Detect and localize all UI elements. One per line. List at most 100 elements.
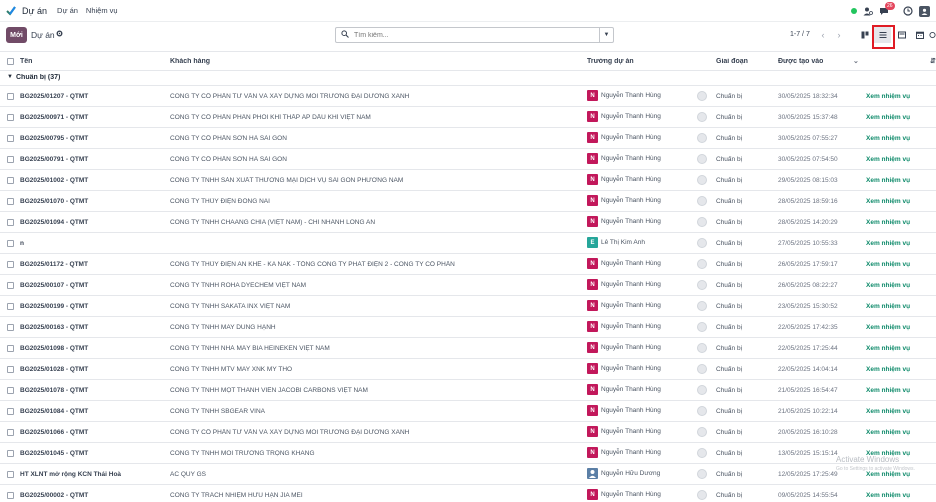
table-row[interactable]: n E Lê Thị Kim Anh Chuẩn bị 27/05/2025 10:55… <box>0 233 936 254</box>
user-status-icon[interactable] <box>863 7 873 16</box>
stage-status-icon[interactable] <box>697 406 707 416</box>
table-row[interactable]: BG2025/01028 - QTMT CÔNG TY TNHH MTV MAY … <box>0 359 936 380</box>
search-options-toggle[interactable]: ▼ <box>599 28 613 42</box>
table-row[interactable]: BG2025/00971 - QTMT CÔNG TY CỔ PHẦN PHÂN … <box>0 107 936 128</box>
stage-status-icon[interactable] <box>697 301 707 311</box>
view-tasks-button[interactable]: Xem nhiệm vụ <box>866 387 910 394</box>
activity-view-button[interactable] <box>929 27 936 43</box>
view-tasks-button[interactable]: Xem nhiệm vụ <box>866 324 910 331</box>
row-checkbox[interactable] <box>7 156 14 163</box>
kanban-view-button[interactable] <box>856 27 873 43</box>
stage-status-icon[interactable] <box>697 490 707 500</box>
activity-clock-icon[interactable] <box>903 6 913 16</box>
row-checkbox[interactable] <box>7 114 14 121</box>
table-row[interactable]: BG2025/01207 - QTMT CÔNG TY CỔ PHẦN TƯ VẤ… <box>0 86 936 107</box>
view-tasks-button[interactable]: Xem nhiệm vụ <box>866 156 910 163</box>
project-manager[interactable]: N Nguyễn Thanh Hùng <box>587 426 707 437</box>
row-checkbox[interactable] <box>7 408 14 415</box>
new-button[interactable]: Mới <box>6 27 27 43</box>
stage-status-icon[interactable] <box>697 364 707 374</box>
project-manager[interactable]: N Nguyễn Thanh Hùng <box>587 363 707 374</box>
row-checkbox[interactable] <box>7 93 14 100</box>
row-checkbox[interactable] <box>7 345 14 352</box>
table-row[interactable]: BG2025/00163 - QTMT CÔNG TY TNHH MAY DUNG… <box>0 317 936 338</box>
row-checkbox[interactable] <box>7 450 14 457</box>
header-customer[interactable]: Khách hàng <box>170 58 210 65</box>
row-checkbox[interactable] <box>7 429 14 436</box>
view-tasks-button[interactable]: Xem nhiệm vụ <box>866 177 910 184</box>
project-manager[interactable]: N Nguyễn Thanh Hùng <box>587 132 707 143</box>
row-checkbox[interactable] <box>7 198 14 205</box>
stage-status-icon[interactable] <box>697 196 707 206</box>
stage-status-icon[interactable] <box>697 112 707 122</box>
group-header-row[interactable]: ▼ Chuẩn bị (37) <box>0 71 936 86</box>
stage-status-icon[interactable] <box>697 154 707 164</box>
header-name[interactable]: Tên <box>20 58 32 65</box>
table-row[interactable]: BG2025/01098 - QTMT CÔNG TY TNHH NHÀ MÁY … <box>0 338 936 359</box>
pager-next-button[interactable]: › <box>832 27 846 43</box>
view-tasks-button[interactable]: Xem nhiệm vụ <box>866 261 910 268</box>
search-input[interactable] <box>354 31 599 39</box>
stage-status-icon[interactable] <box>697 280 707 290</box>
stage-status-icon[interactable] <box>697 133 707 143</box>
stage-status-icon[interactable] <box>697 175 707 185</box>
stage-status-icon[interactable] <box>697 469 707 479</box>
project-manager[interactable]: N Nguyễn Thanh Hùng <box>587 174 707 185</box>
optional-columns-icon[interactable]: ⇵ <box>930 57 936 65</box>
row-checkbox[interactable] <box>7 219 14 226</box>
table-row[interactable]: BG2025/01084 - QTMT CÔNG TY TNHH SBGEAR V… <box>0 401 936 422</box>
table-row[interactable]: BG2025/01078 - QTMT CÔNG TY TNHH MỘT THÀN… <box>0 380 936 401</box>
view-tasks-button[interactable]: Xem nhiệm vụ <box>866 114 910 121</box>
stage-status-icon[interactable] <box>697 91 707 101</box>
project-manager[interactable]: N Nguyễn Thanh Hùng <box>587 300 707 311</box>
view-tasks-button[interactable]: Xem nhiệm vụ <box>866 135 910 142</box>
row-checkbox[interactable] <box>7 303 14 310</box>
view-tasks-button[interactable]: Xem nhiệm vụ <box>866 429 910 436</box>
view-tasks-button[interactable]: Xem nhiệm vụ <box>866 198 910 205</box>
gear-icon[interactable] <box>56 30 63 39</box>
view-tasks-button[interactable]: Xem nhiệm vụ <box>866 282 910 289</box>
menu-nhiem-vu[interactable]: Nhiệm vụ <box>86 6 118 15</box>
table-row[interactable]: BG2025/00199 - QTMT CÔNG TY TNHH SAKATA I… <box>0 296 936 317</box>
view-tasks-button[interactable]: Xem nhiệm vụ <box>866 366 910 373</box>
select-all-checkbox[interactable] <box>7 58 14 65</box>
view-tasks-button[interactable]: Xem nhiệm vụ <box>866 492 910 499</box>
stage-status-icon[interactable] <box>697 343 707 353</box>
view-tasks-button[interactable]: Xem nhiệm vụ <box>866 240 910 247</box>
search-bar[interactable]: ▼ <box>335 27 614 43</box>
calendar-view-button[interactable] <box>911 27 928 43</box>
row-checkbox[interactable] <box>7 471 14 478</box>
table-row[interactable]: HT XLNT mở rộng KCN Thái Hoà AC QUY GS Ngu… <box>0 464 936 485</box>
row-checkbox[interactable] <box>7 177 14 184</box>
view-tasks-button[interactable]: Xem nhiệm vụ <box>866 93 910 100</box>
row-checkbox[interactable] <box>7 324 14 331</box>
project-manager[interactable]: N Nguyễn Thanh Hùng <box>587 342 707 353</box>
header-created[interactable]: Được tạo vào <box>778 58 823 65</box>
view-tasks-button[interactable]: Xem nhiệm vụ <box>866 303 910 310</box>
row-checkbox[interactable] <box>7 261 14 268</box>
row-checkbox[interactable] <box>7 135 14 142</box>
project-manager[interactable]: N Nguyễn Thanh Hùng <box>587 279 707 290</box>
view-tasks-button[interactable]: Xem nhiệm vụ <box>866 450 910 457</box>
stage-status-icon[interactable] <box>697 448 707 458</box>
row-checkbox[interactable] <box>7 366 14 373</box>
sort-caret-icon[interactable]: ⌄ <box>853 57 859 65</box>
row-checkbox[interactable] <box>7 282 14 289</box>
project-manager[interactable]: E Lê Thị Kim Anh <box>587 237 707 248</box>
user-avatar[interactable] <box>919 5 930 17</box>
view-tasks-button[interactable]: Xem nhiệm vụ <box>866 219 910 226</box>
header-stage[interactable]: Giai đoạn <box>716 58 748 65</box>
table-row[interactable]: BG2025/01066 - QTMT CÔNG TY CỔ PHẦN TƯ VẤ… <box>0 422 936 443</box>
stage-status-icon[interactable] <box>697 238 707 248</box>
messaging-icon[interactable]: 26 <box>879 1 895 16</box>
row-checkbox[interactable] <box>7 387 14 394</box>
project-manager[interactable]: N Nguyễn Thanh Hùng <box>587 153 707 164</box>
app-name[interactable]: Dự án <box>22 6 47 16</box>
stage-status-icon[interactable] <box>697 217 707 227</box>
app-logo-icon[interactable] <box>6 5 16 16</box>
row-checkbox[interactable] <box>7 240 14 247</box>
table-row[interactable]: BG2025/01002 - QTMT CÔNG TY TNHH SẢN XUẤT… <box>0 170 936 191</box>
stage-status-icon[interactable] <box>697 427 707 437</box>
stage-status-icon[interactable] <box>697 259 707 269</box>
view-tasks-button[interactable]: Xem nhiệm vụ <box>866 408 910 415</box>
